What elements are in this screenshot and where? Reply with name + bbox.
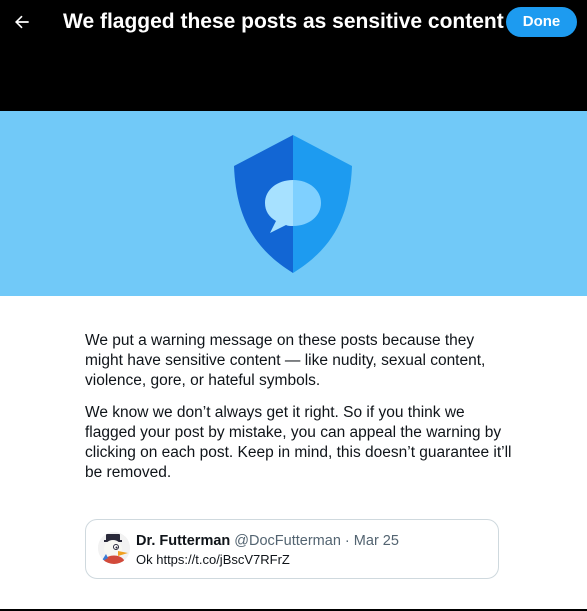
arrow-left-icon [15, 15, 29, 29]
duck-avatar-icon [98, 532, 130, 564]
back-button[interactable] [6, 6, 38, 38]
avatar[interactable] [98, 532, 130, 564]
post-author-handle[interactable]: @DocFutterman [234, 533, 341, 549]
explanation-paragraph: We put a warning message on these posts … [85, 332, 486, 389]
post-text: Ok https://t.co/jBscV7RFrZ [136, 552, 290, 567]
post-date[interactable]: Mar 25 [354, 533, 399, 549]
shield-with-speech-bubble-icon [234, 135, 352, 273]
post-header: Dr. Futterman @DocFutterman · Mar 25 [136, 532, 399, 550]
page-title: We flagged these posts as sensitive cont… [63, 10, 504, 33]
flagged-post-card[interactable]: Dr. Futterman @DocFutterman · Mar 25 Ok … [85, 519, 499, 579]
header: We flagged these posts as sensitive cont… [0, 0, 587, 111]
done-button[interactable]: Done [506, 7, 577, 37]
sensitive-content-page: We flagged these posts as sensitive cont… [0, 0, 587, 611]
post-author-name[interactable]: Dr. Futterman [136, 533, 230, 549]
appeal-paragraph: We know we don’t always get it right. So… [85, 404, 512, 481]
post-separator: · [344, 533, 350, 549]
